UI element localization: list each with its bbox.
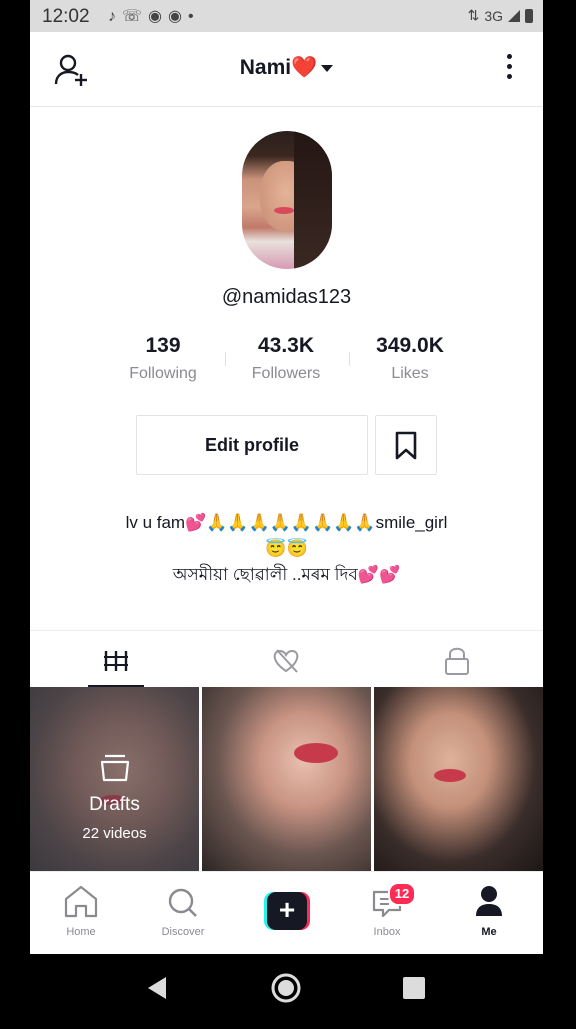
avatar[interactable] <box>242 131 332 269</box>
notification-icons: ♪☏◉◉• <box>108 6 200 26</box>
drafts-box-icon <box>100 754 129 782</box>
battery-icon <box>525 8 533 23</box>
tab-private[interactable] <box>372 631 543 687</box>
nav-inbox[interactable]: 12 Inbox <box>336 872 438 955</box>
edit-profile-button[interactable]: Edit profile <box>136 415 368 475</box>
search-icon <box>168 888 197 917</box>
android-nav-bar <box>0 954 576 1024</box>
stat-divider <box>349 352 350 366</box>
inbox-icon <box>372 890 402 918</box>
android-nav-icons <box>148 973 425 1003</box>
signal-icon <box>508 9 520 22</box>
chrome-icon: ◉ <box>167 8 188 25</box>
missed-call-icon: ☏ <box>122 8 149 25</box>
tab-liked[interactable] <box>201 631 372 687</box>
more-dot <box>507 74 512 79</box>
drafts-count: 22 videos <box>82 825 147 842</box>
video-thumbnail[interactable] <box>374 687 543 871</box>
stat-label: Following <box>129 365 197 382</box>
bottom-nav: Home Discover + 12 Inbox Me <box>30 871 543 955</box>
stat-value: 139 <box>145 334 181 357</box>
status-time: 12:02 <box>42 6 90 27</box>
home-icon <box>64 885 98 918</box>
thumbnail-detail <box>294 743 338 763</box>
bio-line: lv u fam💕🙏🙏🙏🙏🙏🙏🙏🙏smile_girl <box>125 513 448 532</box>
nav-label: Inbox <box>373 926 401 938</box>
liked-hidden-icon <box>273 649 299 673</box>
nav-label: Me <box>481 926 497 938</box>
profile-icon <box>476 886 502 916</box>
avatar-lips <box>274 207 294 214</box>
recents-icon[interactable] <box>403 977 425 999</box>
dot-icon: • <box>187 8 200 25</box>
bio-line: 😇😇 <box>265 539 308 558</box>
video-thumbnail[interactable] <box>202 687 371 871</box>
account-switcher[interactable]: Nami❤️ <box>30 56 543 80</box>
back-icon[interactable] <box>148 977 166 999</box>
tiktok-icon: ♪ <box>108 8 122 25</box>
page-title: Nami❤️ <box>239 56 318 79</box>
home-circle-icon[interactable] <box>271 973 301 1003</box>
nav-home[interactable]: Home <box>30 872 132 955</box>
more-dot <box>507 54 512 59</box>
nav-create[interactable]: + <box>234 872 336 955</box>
bookmark-icon <box>395 431 417 460</box>
profile-header: Nami❤️ <box>30 32 543 107</box>
stat-likes[interactable]: 349.0K Likes <box>355 334 465 383</box>
video-grid: Drafts 22 videos <box>30 687 543 871</box>
create-button[interactable]: + <box>264 892 310 930</box>
inbox-badge: 12 <box>388 882 416 906</box>
favorites-button[interactable] <box>375 415 437 475</box>
stat-label: Likes <box>391 365 429 382</box>
nav-me[interactable]: Me <box>438 872 540 955</box>
nav-discover[interactable]: Discover <box>132 872 234 955</box>
chrome-icon: ◉ <box>148 8 168 25</box>
wifi-arrows-icon: ⇅ <box>467 7 480 23</box>
status-bar: 12:02 ♪☏◉◉• ⇅ 3G <box>30 0 543 32</box>
private-lock-icon <box>445 647 469 675</box>
network-type: 3G <box>484 7 503 24</box>
profile-bio: lv u fam💕🙏🙏🙏🙏🙏🙏🙏🙏smile_girl 😇😇 অসমীয়া ছ… <box>30 510 543 588</box>
thumbnail-detail <box>434 769 466 782</box>
stat-label: Followers <box>251 365 321 382</box>
tiktok-profile-screen: 12:02 ♪☏◉◉• ⇅ 3G Nami❤️ @namidas123 139 … <box>30 0 543 1024</box>
bio-line: অসমীয়া ছোৱালী ..মৰম দিব💕💕 <box>172 565 401 584</box>
profile-tabs <box>30 630 543 687</box>
more-dot <box>507 64 512 69</box>
plus-icon: + <box>267 892 307 930</box>
avatar-hair <box>294 131 332 269</box>
drafts-info: Drafts 22 videos <box>30 753 199 842</box>
tab-videos[interactable] <box>30 631 201 687</box>
drafts-tile[interactable]: Drafts 22 videos <box>30 687 199 871</box>
chevron-down-icon <box>321 64 334 72</box>
status-right: ⇅ 3G <box>468 7 533 24</box>
stat-value: 43.3K <box>257 334 315 357</box>
more-options-button[interactable] <box>507 54 515 84</box>
stat-divider <box>225 352 226 366</box>
stat-following[interactable]: 139 Following <box>108 334 218 383</box>
videos-grid-icon <box>104 651 128 671</box>
stat-followers[interactable]: 43.3K Followers <box>231 334 341 383</box>
drafts-title: Drafts <box>89 794 140 815</box>
username: @namidas123 <box>221 286 352 308</box>
stat-value: 349.0K <box>376 334 444 357</box>
profile-stats: 139 Following 43.3K Followers 349.0K Lik… <box>108 334 468 394</box>
nav-label: Home <box>66 926 96 938</box>
nav-label: Discover <box>161 926 205 938</box>
